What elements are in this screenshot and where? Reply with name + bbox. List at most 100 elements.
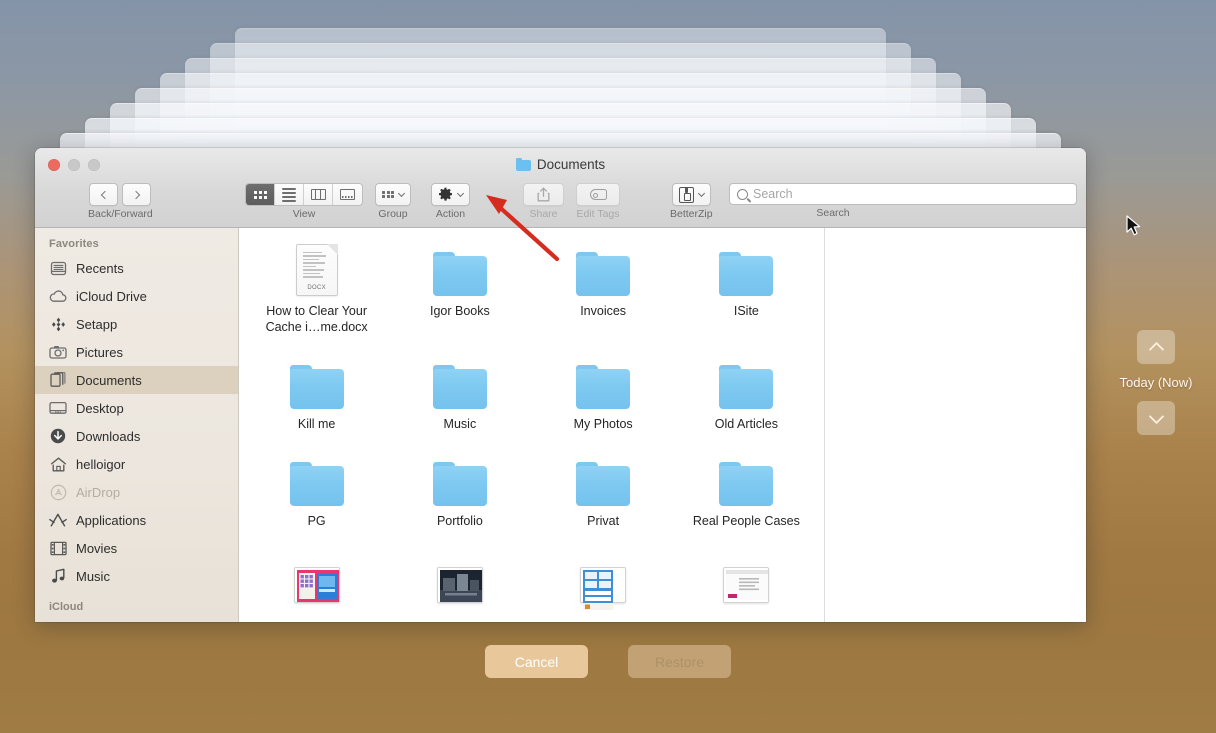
- screenshot-thumbnail: [436, 551, 483, 603]
- grid-arrange-icon: [382, 190, 394, 199]
- airdrop-icon: [49, 484, 67, 501]
- file-name-label: PG: [307, 514, 326, 528]
- sidebar-item-desktop[interactable]: Desktop: [35, 394, 238, 422]
- download-icon: [49, 428, 67, 445]
- sidebar-item-label: Documents: [76, 372, 142, 388]
- sidebar-item-label: Downloads: [76, 428, 141, 444]
- folder-item[interactable]: Real People Cases: [675, 454, 818, 529]
- sidebar-item-movies[interactable]: Movies: [35, 534, 238, 562]
- sidebar-item-label: Applications: [76, 512, 147, 528]
- sidebar-item-pictures[interactable]: Pictures: [35, 338, 238, 366]
- search-input[interactable]: [753, 187, 1069, 201]
- preview-pane: [825, 228, 1086, 622]
- folder-icon: [719, 454, 774, 506]
- screenshot-thumbnail: [580, 551, 627, 610]
- documents-icon: [49, 372, 67, 389]
- window-body: Favorites Recents iCloud Drive Setapp Pictu…: [35, 228, 1086, 622]
- file-grid-pane[interactable]: DOCX How to Clear Your Cache i…me.docx Igo…: [239, 228, 825, 622]
- view-mode-segmented-control[interactable]: [245, 183, 363, 206]
- folder-item[interactable]: Kill me: [245, 357, 388, 432]
- screenshot-thumbnail: [293, 551, 340, 603]
- sidebar-item-documents[interactable]: Documents: [35, 366, 238, 394]
- folder-icon: [576, 244, 631, 296]
- back-button[interactable]: [89, 183, 119, 206]
- sidebar-item-label: Recents: [76, 260, 124, 276]
- timemachine-forward-button[interactable]: [1137, 401, 1175, 435]
- chevron-down-icon: [1148, 408, 1164, 424]
- chevron-down-icon: [456, 189, 465, 197]
- gallery-icon: [340, 189, 355, 200]
- sidebar-item-label: Setapp: [76, 316, 118, 332]
- betterzip-button[interactable]: [671, 183, 711, 206]
- file-name-label: Portfolio: [436, 514, 483, 528]
- folder-item[interactable]: Old Articles: [675, 357, 818, 432]
- timemachine-back-button[interactable]: [1137, 330, 1175, 364]
- cancel-button[interactable]: Cancel: [485, 645, 588, 678]
- sidebar-item-recents[interactable]: Recents: [35, 254, 238, 282]
- search-field[interactable]: [729, 183, 1077, 205]
- bottom-action-bar: Cancel Restore: [0, 645, 1216, 678]
- folder-item[interactable]: Portfolio: [388, 454, 531, 529]
- sidebar-item-label: Desktop: [76, 400, 124, 416]
- restore-button: Restore: [628, 645, 731, 678]
- icon-view-button[interactable]: [246, 184, 275, 205]
- share-label: Share: [529, 208, 558, 220]
- action-menu-button[interactable]: [431, 183, 470, 206]
- folder-item[interactable]: Privat: [532, 454, 675, 529]
- sidebar-item-music[interactable]: Music: [35, 562, 238, 590]
- folder-icon: [576, 357, 631, 409]
- folder-item[interactable]: Invoices: [532, 244, 675, 335]
- cloud-icon: [49, 288, 67, 305]
- column-view-button[interactable]: [304, 184, 333, 205]
- forward-button[interactable]: [122, 183, 152, 206]
- folder-item[interactable]: ISite: [675, 244, 818, 335]
- folder-icon: [432, 357, 487, 409]
- group-group: Group: [375, 183, 411, 220]
- action-group: Action: [431, 183, 470, 220]
- tag-icon: [589, 189, 607, 200]
- folder-icon: [719, 357, 774, 409]
- folder-icon: [432, 454, 487, 506]
- view-label: View: [292, 208, 316, 220]
- gallery-view-button[interactable]: [333, 184, 362, 205]
- file-item[interactable]: [245, 551, 388, 610]
- sidebar-list: Recents iCloud Drive Setapp Pictures Documen…: [35, 254, 238, 590]
- file-name-label: Real People Cases: [692, 514, 800, 528]
- sidebar: Favorites Recents iCloud Drive Setapp Pictu…: [35, 228, 239, 622]
- window-titlebar: Documents Back/Forward View Group Action…: [35, 148, 1086, 228]
- file-item[interactable]: [388, 551, 531, 610]
- file-item[interactable]: DOCX How to Clear Your Cache i…me.docx: [245, 244, 388, 335]
- list-view-button[interactable]: [275, 184, 304, 205]
- chevron-up-icon: [1148, 341, 1164, 357]
- finder-window: Documents Back/Forward View Group Action…: [35, 148, 1086, 622]
- folder-icon: [289, 357, 344, 409]
- file-item[interactable]: [532, 551, 675, 610]
- file-name-label: How to Clear Your Cache i…me.docx: [265, 304, 368, 334]
- folder-item[interactable]: Music: [388, 357, 531, 432]
- view-group: View: [245, 183, 363, 220]
- folder-icon: [289, 454, 344, 506]
- sidebar-item-icloud-drive[interactable]: iCloud Drive: [35, 282, 238, 310]
- gear-icon: [438, 187, 453, 202]
- group-button[interactable]: [375, 183, 411, 206]
- search-label: Search: [816, 207, 850, 219]
- sidebar-item-downloads[interactable]: Downloads: [35, 422, 238, 450]
- file-item[interactable]: [675, 551, 818, 610]
- window-title-text: Documents: [536, 157, 606, 172]
- sidebar-item-setapp[interactable]: Setapp: [35, 310, 238, 338]
- folder-item[interactable]: My Photos: [532, 357, 675, 432]
- folder-item[interactable]: Igor Books: [388, 244, 531, 335]
- home-icon: [49, 456, 67, 473]
- film-icon: [49, 540, 67, 557]
- file-name-label: Kill me: [297, 417, 336, 431]
- folder-icon: [515, 158, 531, 171]
- share-icon: [537, 187, 550, 202]
- sidebar-icloud-header: iCloud: [49, 601, 84, 613]
- folder-icon: [432, 244, 487, 296]
- folder-item[interactable]: PG: [245, 454, 388, 529]
- camera-icon: [49, 344, 67, 361]
- back-forward-label: Back/Forward: [88, 208, 153, 220]
- share-group: Share: [523, 183, 564, 220]
- sidebar-item-applications[interactable]: Applications: [35, 506, 238, 534]
- sidebar-item-helloigor[interactable]: helloigor: [35, 450, 238, 478]
